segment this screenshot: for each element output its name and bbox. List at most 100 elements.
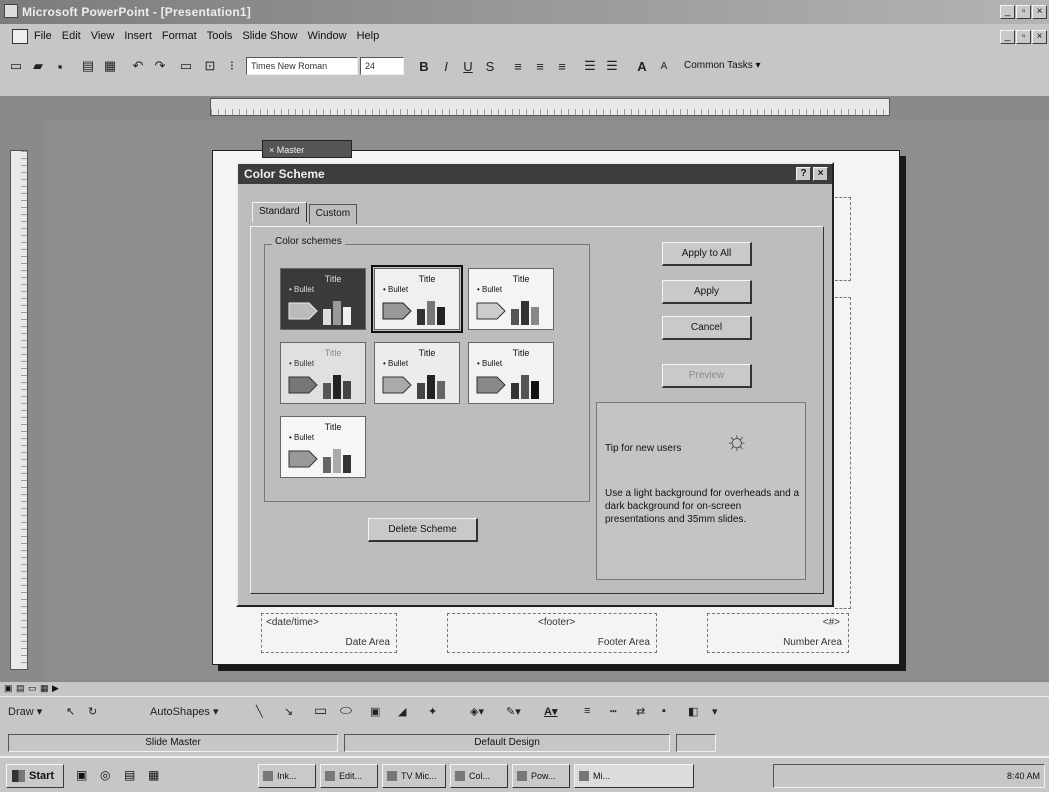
start-button[interactable]: Start	[6, 764, 64, 788]
scheme-swatch-2[interactable]: Title • Bullet	[371, 265, 463, 333]
dash-style-icon[interactable]: ┅	[610, 705, 617, 718]
outline-view-icon[interactable]: ▤	[16, 683, 25, 694]
clip-art-icon[interactable]: ✦	[428, 705, 437, 718]
scheme-swatch-4[interactable]: Title • Bullet	[280, 342, 366, 404]
document-icon[interactable]	[12, 29, 28, 44]
tab-standard[interactable]: Standard	[252, 202, 307, 222]
menu-format[interactable]: Format	[162, 30, 197, 42]
numbering-icon[interactable]: ☰	[580, 56, 600, 76]
menu-view[interactable]: View	[91, 30, 115, 42]
task-button-6-active[interactable]: Mi...	[574, 764, 694, 788]
tab-custom[interactable]: Custom	[308, 204, 358, 224]
free-rotate-icon[interactable]: ↻	[88, 705, 97, 718]
preview-button[interactable]: Preview	[662, 364, 752, 388]
horizontal-ruler[interactable]	[210, 98, 890, 116]
quick-launch-icon-3[interactable]: ▤	[124, 768, 135, 782]
cancel-button[interactable]: Cancel	[662, 316, 752, 340]
menu-edit[interactable]: Edit	[62, 30, 81, 42]
oval-icon[interactable]: ⬭	[340, 702, 352, 719]
apply-button[interactable]: Apply	[662, 280, 752, 304]
align-left-icon[interactable]: ≡	[508, 56, 528, 76]
save-icon[interactable]: ▪	[50, 56, 70, 76]
new-icon[interactable]: ▭	[6, 56, 26, 76]
slideshow-view-icon[interactable]: ▶	[52, 683, 59, 694]
vertical-ruler[interactable]	[10, 150, 28, 670]
menu-file[interactable]: File	[34, 30, 52, 42]
menu-slide-show[interactable]: Slide Show	[242, 30, 297, 42]
text-box-icon[interactable]: ▣	[370, 705, 380, 718]
undo-icon[interactable]: ↶	[128, 56, 148, 76]
number-area-placeholder[interactable]: <#> Number Area	[707, 613, 849, 653]
print-icon[interactable]: ▤	[78, 56, 98, 76]
arrow-icon[interactable]: ↘	[284, 705, 293, 718]
date-area-placeholder[interactable]: <date/time> Date Area	[261, 613, 397, 653]
select-objects-icon[interactable]: ↖	[66, 705, 75, 718]
shadow-icon[interactable]: ▪	[662, 705, 666, 717]
minimize-button[interactable]: _	[1000, 5, 1015, 19]
autoshapes-menu-button[interactable]: AutoShapes ▾	[150, 705, 219, 718]
draw-menu-button[interactable]: Draw ▾	[8, 705, 42, 718]
shadow-button[interactable]: S	[480, 56, 500, 76]
bold-button[interactable]: B	[414, 56, 434, 76]
task-button-3[interactable]: TV Mic...	[382, 764, 446, 788]
task-button-5[interactable]: Pow...	[512, 764, 570, 788]
quick-launch-icon-2[interactable]: ◎	[100, 768, 110, 782]
scheme-swatch-3[interactable]: Title • Bullet	[468, 268, 554, 330]
wordart-icon[interactable]: ◢	[398, 705, 406, 718]
doc-restore-button[interactable]: ▫	[1016, 30, 1031, 44]
underline-button[interactable]: U	[458, 56, 478, 76]
scheme-swatch-6[interactable]: Title • Bullet	[468, 342, 554, 404]
increase-font-icon[interactable]: A	[632, 56, 652, 76]
font-color-icon[interactable]: A▾	[544, 705, 557, 718]
task-button-2[interactable]: Edit...	[320, 764, 378, 788]
common-tasks-button[interactable]: Common Tasks ▾	[684, 60, 761, 71]
open-icon[interactable]: ▰	[28, 56, 48, 76]
menu-window[interactable]: Window	[307, 30, 346, 42]
scheme-swatch-5[interactable]: Title • Bullet	[374, 342, 460, 404]
italic-button[interactable]: I	[436, 56, 456, 76]
line-color-icon[interactable]: ✎▾	[506, 705, 521, 718]
align-right-icon[interactable]: ≡	[552, 56, 572, 76]
menu-help[interactable]: Help	[357, 30, 380, 42]
redo-icon[interactable]: ↷	[150, 56, 170, 76]
sorter-view-icon[interactable]: ▦	[40, 683, 49, 694]
font-select[interactable]: Times New Roman	[246, 57, 358, 75]
help-button[interactable]: ?	[796, 167, 811, 181]
restore-button[interactable]: ▫	[1016, 5, 1031, 19]
scheme-swatch-1[interactable]: Title • Bullet	[280, 268, 366, 330]
app-icon[interactable]	[4, 4, 18, 18]
more-buttons-icon[interactable]: ⁝	[222, 56, 242, 76]
line-style-icon[interactable]: ≡	[584, 705, 590, 717]
normal-view-icon[interactable]: ▣	[4, 683, 13, 694]
color-schemes-label: Color schemes	[272, 236, 345, 247]
3d-icon[interactable]: ◧	[688, 705, 698, 718]
preview-icon[interactable]: ▦	[100, 56, 120, 76]
footer-area-placeholder[interactable]: <footer> Footer Area	[447, 613, 657, 653]
task-button-4[interactable]: Col...	[450, 764, 508, 788]
quick-launch-icon-1[interactable]: ▣	[76, 768, 87, 782]
fill-color-icon[interactable]: ◈▾	[470, 705, 484, 718]
zoom-icon[interactable]: ⊡	[200, 56, 220, 76]
line-icon[interactable]: ╲	[256, 705, 263, 718]
bullets-icon[interactable]: ☰	[602, 56, 622, 76]
quick-launch-icon-4[interactable]: ▦	[148, 768, 159, 782]
delete-scheme-button[interactable]: Delete Scheme	[368, 518, 478, 542]
arrow-style-icon[interactable]: ⇄	[636, 705, 645, 718]
dialog-close-button[interactable]: ×	[813, 167, 828, 181]
font-size-select[interactable]: 24	[360, 57, 404, 75]
apply-to-all-button[interactable]: Apply to All	[662, 242, 752, 266]
close-button[interactable]: ×	[1032, 5, 1047, 19]
task-button-1[interactable]: Ink...	[258, 764, 316, 788]
scheme-swatch-7[interactable]: Title • Bullet	[280, 416, 366, 478]
menu-tools[interactable]: Tools	[207, 30, 233, 42]
more-buttons-icon[interactable]: ▾	[712, 705, 718, 718]
decrease-font-icon[interactable]: A	[654, 56, 674, 76]
doc-close-button[interactable]: ×	[1032, 30, 1047, 44]
doc-minimize-button[interactable]: _	[1000, 30, 1015, 44]
slide-view-icon[interactable]: ▭	[28, 683, 37, 694]
rectangle-icon[interactable]: ▭	[314, 702, 327, 719]
menu-insert[interactable]: Insert	[124, 30, 152, 42]
window-icon[interactable]: ▭	[176, 56, 196, 76]
master-toolbar[interactable]: × Master	[262, 140, 352, 158]
align-center-icon[interactable]: ≡	[530, 56, 550, 76]
